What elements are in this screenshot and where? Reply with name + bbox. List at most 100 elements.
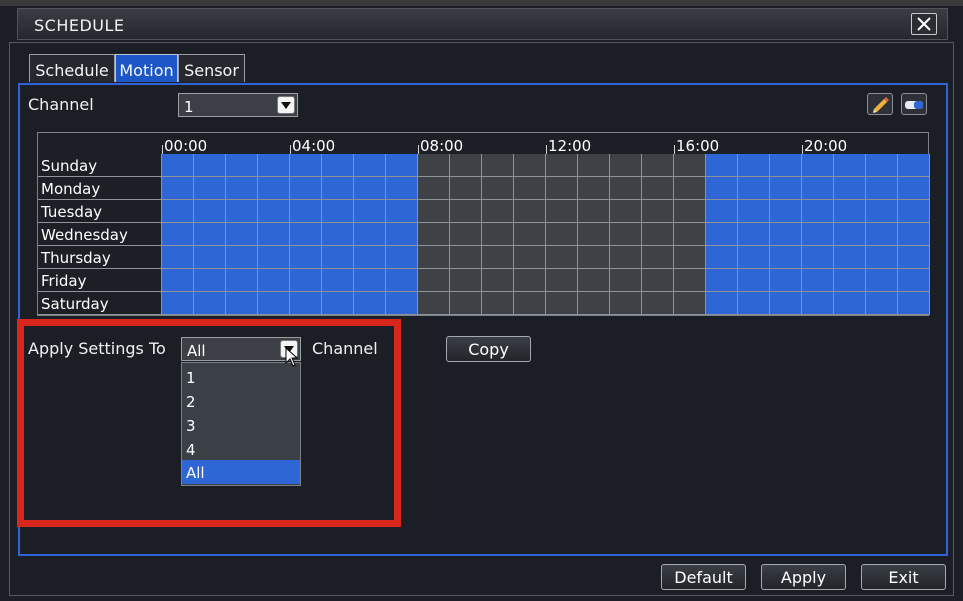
schedule-cell[interactable] bbox=[450, 269, 482, 292]
schedule-cell[interactable] bbox=[770, 177, 802, 200]
erase-button[interactable] bbox=[901, 93, 927, 115]
schedule-cell[interactable] bbox=[194, 200, 226, 223]
schedule-cell[interactable] bbox=[514, 246, 546, 269]
dropdown-option[interactable]: 4 bbox=[182, 437, 300, 461]
schedule-cell[interactable] bbox=[770, 223, 802, 246]
schedule-cell[interactable] bbox=[706, 154, 738, 177]
schedule-cell[interactable] bbox=[226, 177, 258, 200]
schedule-cell[interactable] bbox=[386, 200, 418, 223]
schedule-cell[interactable] bbox=[770, 269, 802, 292]
schedule-cell[interactable] bbox=[834, 154, 866, 177]
schedule-cell[interactable] bbox=[162, 177, 194, 200]
schedule-cell[interactable] bbox=[450, 223, 482, 246]
schedule-cell[interactable] bbox=[898, 223, 930, 246]
schedule-cell[interactable] bbox=[226, 154, 258, 177]
schedule-cell[interactable] bbox=[642, 154, 674, 177]
schedule-cell[interactable] bbox=[706, 269, 738, 292]
schedule-cell[interactable] bbox=[418, 246, 450, 269]
schedule-cell[interactable] bbox=[674, 292, 706, 315]
schedule-cell[interactable] bbox=[642, 292, 674, 315]
schedule-cell[interactable] bbox=[898, 246, 930, 269]
schedule-cell[interactable] bbox=[866, 269, 898, 292]
dropdown-option-selected[interactable]: All bbox=[182, 460, 300, 484]
schedule-cell[interactable] bbox=[546, 292, 578, 315]
schedule-cell[interactable] bbox=[898, 177, 930, 200]
schedule-cell[interactable] bbox=[706, 200, 738, 223]
schedule-cell[interactable] bbox=[674, 200, 706, 223]
apply-button[interactable]: Apply bbox=[761, 564, 846, 590]
schedule-cell[interactable] bbox=[386, 269, 418, 292]
schedule-cell[interactable] bbox=[834, 177, 866, 200]
schedule-cell[interactable] bbox=[866, 246, 898, 269]
schedule-cell[interactable] bbox=[674, 223, 706, 246]
schedule-cell[interactable] bbox=[706, 292, 738, 315]
schedule-cell[interactable] bbox=[578, 154, 610, 177]
schedule-cell[interactable] bbox=[514, 292, 546, 315]
schedule-cell[interactable] bbox=[674, 246, 706, 269]
schedule-cell[interactable] bbox=[226, 269, 258, 292]
schedule-cell[interactable] bbox=[802, 223, 834, 246]
tab-schedule[interactable]: Schedule bbox=[29, 54, 115, 82]
default-button[interactable]: Default bbox=[661, 564, 746, 590]
schedule-cell[interactable] bbox=[450, 200, 482, 223]
schedule-cell[interactable] bbox=[578, 200, 610, 223]
schedule-cell[interactable] bbox=[834, 223, 866, 246]
schedule-cell[interactable] bbox=[770, 154, 802, 177]
schedule-cell[interactable] bbox=[770, 200, 802, 223]
schedule-cell[interactable] bbox=[258, 200, 290, 223]
schedule-cell[interactable] bbox=[290, 200, 322, 223]
schedule-cell[interactable] bbox=[258, 177, 290, 200]
channel-select[interactable]: 1 bbox=[178, 93, 298, 117]
schedule-cell[interactable] bbox=[418, 200, 450, 223]
schedule-cell[interactable] bbox=[450, 292, 482, 315]
schedule-cell[interactable] bbox=[642, 269, 674, 292]
schedule-cell[interactable] bbox=[642, 223, 674, 246]
schedule-cell[interactable] bbox=[802, 154, 834, 177]
schedule-cell[interactable] bbox=[162, 200, 194, 223]
schedule-cell[interactable] bbox=[738, 177, 770, 200]
schedule-cell[interactable] bbox=[866, 223, 898, 246]
schedule-cell[interactable] bbox=[738, 154, 770, 177]
schedule-cell[interactable] bbox=[546, 200, 578, 223]
schedule-cell[interactable] bbox=[770, 246, 802, 269]
schedule-cell[interactable] bbox=[290, 177, 322, 200]
schedule-cell[interactable] bbox=[450, 177, 482, 200]
schedule-cell[interactable] bbox=[578, 246, 610, 269]
schedule-cell[interactable] bbox=[866, 292, 898, 315]
schedule-cell[interactable] bbox=[898, 200, 930, 223]
schedule-grid[interactable]: 00:00 04:00 08:00 12:00 16:00 20:00 Sunday Mond… bbox=[37, 132, 930, 316]
schedule-cell[interactable] bbox=[898, 269, 930, 292]
schedule-cell[interactable] bbox=[322, 200, 354, 223]
schedule-cell[interactable] bbox=[738, 223, 770, 246]
schedule-cell[interactable] bbox=[674, 154, 706, 177]
schedule-cell[interactable] bbox=[194, 269, 226, 292]
schedule-cell[interactable] bbox=[482, 223, 514, 246]
schedule-cell[interactable] bbox=[866, 200, 898, 223]
schedule-cell[interactable] bbox=[418, 269, 450, 292]
schedule-cell[interactable] bbox=[738, 246, 770, 269]
schedule-cell[interactable] bbox=[866, 177, 898, 200]
schedule-cell[interactable] bbox=[450, 154, 482, 177]
schedule-cell[interactable] bbox=[322, 154, 354, 177]
tab-sensor[interactable]: Sensor bbox=[178, 54, 245, 82]
schedule-cell[interactable] bbox=[322, 223, 354, 246]
schedule-cell[interactable] bbox=[194, 154, 226, 177]
schedule-cell[interactable] bbox=[226, 246, 258, 269]
dropdown-option[interactable]: 3 bbox=[182, 413, 300, 437]
schedule-cell[interactable] bbox=[674, 269, 706, 292]
schedule-cell[interactable] bbox=[642, 200, 674, 223]
schedule-cell[interactable] bbox=[322, 177, 354, 200]
schedule-cell[interactable] bbox=[610, 154, 642, 177]
schedule-cell[interactable] bbox=[514, 177, 546, 200]
schedule-cell[interactable] bbox=[610, 292, 642, 315]
schedule-cell[interactable] bbox=[610, 246, 642, 269]
schedule-cell[interactable] bbox=[290, 269, 322, 292]
schedule-cell[interactable] bbox=[514, 154, 546, 177]
schedule-cell[interactable] bbox=[162, 223, 194, 246]
schedule-cell[interactable] bbox=[258, 154, 290, 177]
close-button[interactable] bbox=[911, 13, 937, 35]
schedule-cell[interactable] bbox=[290, 223, 322, 246]
schedule-cell[interactable] bbox=[770, 292, 802, 315]
schedule-cell[interactable] bbox=[866, 154, 898, 177]
schedule-cell[interactable] bbox=[418, 292, 450, 315]
